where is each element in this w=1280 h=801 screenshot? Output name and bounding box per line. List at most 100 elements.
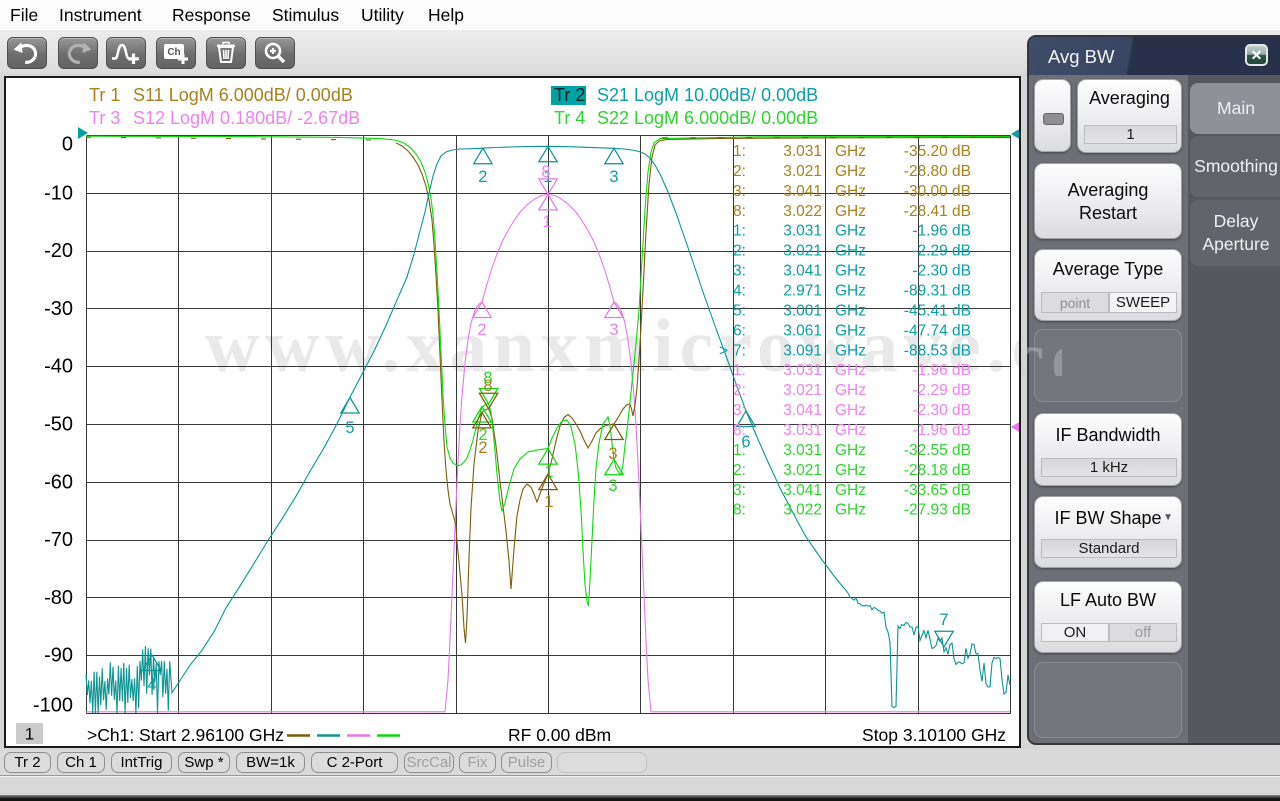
svg-text:-33.65 dB: -33.65 dB — [904, 482, 971, 499]
svg-text:3.041: 3.041 — [783, 482, 822, 499]
svg-text:-1.96 dB: -1.96 dB — [912, 223, 971, 240]
svg-text:-2.30 dB: -2.30 dB — [912, 402, 971, 419]
svg-text:-89.31 dB: -89.31 dB — [904, 283, 971, 300]
svg-text:-28.18 dB: -28.18 dB — [904, 462, 971, 479]
svg-text:1:: 1: — [733, 442, 746, 459]
svg-text:7:: 7: — [733, 342, 746, 359]
svg-text:-2.30 dB: -2.30 dB — [912, 263, 971, 280]
svg-text:5:: 5: — [733, 302, 746, 319]
svg-text:4: 4 — [147, 676, 156, 694]
svg-text:3.091: 3.091 — [783, 342, 822, 359]
svg-text:8: 8 — [483, 377, 492, 395]
svg-text:2: 2 — [478, 439, 487, 457]
svg-text:3.031: 3.031 — [783, 442, 822, 459]
svg-text:-20: -20 — [44, 240, 73, 262]
svg-text:-60: -60 — [44, 471, 73, 493]
svg-text:GHz: GHz — [835, 163, 866, 180]
svg-text:RF 0.00 dBm: RF 0.00 dBm — [508, 725, 611, 745]
svg-text:1: 1 — [544, 493, 553, 511]
svg-text:S22 LogM 6.000dB/ 0.00dB: S22 LogM 6.000dB/ 0.00dB — [597, 108, 818, 128]
svg-text:3:: 3: — [733, 482, 746, 499]
svg-text:-80: -80 — [44, 587, 73, 609]
svg-text:-32.55 dB: -32.55 dB — [904, 442, 971, 459]
svg-text:3.031: 3.031 — [783, 422, 822, 439]
svg-text:3.021: 3.021 — [783, 163, 822, 180]
svg-text:-30.00 dB: -30.00 dB — [904, 183, 971, 200]
svg-text:-30: -30 — [44, 298, 73, 320]
svg-text:7: 7 — [939, 611, 948, 629]
svg-text:-40: -40 — [44, 356, 73, 378]
svg-text:GHz: GHz — [835, 223, 866, 240]
svg-text:GHz: GHz — [835, 362, 866, 379]
svg-text:1:: 1: — [733, 223, 746, 240]
svg-text:3: 3 — [608, 477, 617, 495]
svg-text:>: > — [719, 342, 728, 359]
svg-text:8: 8 — [541, 163, 550, 181]
svg-text:3.041: 3.041 — [783, 402, 822, 419]
svg-text:Tr 4: Tr 4 — [554, 108, 585, 128]
svg-text:-1.96 dB: -1.96 dB — [912, 422, 971, 439]
svg-text:GHz: GHz — [835, 442, 866, 459]
svg-text:3:: 3: — [733, 263, 746, 280]
svg-text:3.021: 3.021 — [783, 462, 822, 479]
svg-text:GHz: GHz — [835, 422, 866, 439]
svg-text:2: 2 — [477, 321, 486, 339]
svg-text:S12 LogM 0.180dB/ -2.67dB: S12 LogM 0.180dB/ -2.67dB — [133, 108, 360, 128]
svg-text:-28.80 dB: -28.80 dB — [904, 163, 971, 180]
svg-text:2:: 2: — [733, 382, 746, 399]
svg-text:-90: -90 — [44, 645, 73, 667]
svg-text:GHz: GHz — [835, 183, 866, 200]
svg-text:Tr 2: Tr 2 — [554, 85, 585, 105]
svg-text:3.031: 3.031 — [783, 223, 822, 240]
svg-text:1: 1 — [25, 725, 34, 744]
svg-text:-27.93 dB: -27.93 dB — [904, 502, 971, 519]
svg-text:2:: 2: — [733, 462, 746, 479]
svg-text:3.022: 3.022 — [783, 203, 822, 220]
svg-text:>Ch1: Start 2.96100 GHz: >Ch1: Start 2.96100 GHz — [87, 725, 284, 745]
svg-text:-35.20 dB: -35.20 dB — [904, 143, 971, 160]
svg-text:Tr 3: Tr 3 — [89, 108, 120, 128]
svg-text:GHz: GHz — [835, 342, 866, 359]
svg-text:6:: 6: — [733, 322, 746, 339]
svg-text:-1.96 dB: -1.96 dB — [912, 362, 971, 379]
svg-text:GHz: GHz — [835, 482, 866, 499]
svg-text:2: 2 — [478, 168, 487, 186]
svg-text:-50: -50 — [44, 414, 73, 436]
svg-text:GHz: GHz — [835, 243, 866, 260]
svg-text:GHz: GHz — [835, 382, 866, 399]
svg-text:GHz: GHz — [835, 462, 866, 479]
svg-text:3:: 3: — [733, 183, 746, 200]
svg-text:3.041: 3.041 — [783, 183, 822, 200]
svg-text:3.021: 3.021 — [783, 243, 822, 260]
svg-text:GHz: GHz — [835, 302, 866, 319]
svg-text:8:: 8: — [733, 502, 746, 519]
svg-text:GHz: GHz — [835, 203, 866, 220]
svg-text:3: 3 — [609, 168, 618, 186]
svg-text:3.031: 3.031 — [783, 362, 822, 379]
svg-text:3.041: 3.041 — [783, 263, 822, 280]
svg-text:GHz: GHz — [835, 322, 866, 339]
svg-text:-100: -100 — [33, 695, 73, 717]
svg-text:Ch: Ch — [167, 47, 180, 58]
svg-text:1:: 1: — [733, 362, 746, 379]
svg-text:5: 5 — [345, 419, 354, 437]
svg-text:3: 3 — [609, 321, 618, 339]
svg-text:1: 1 — [542, 213, 551, 231]
svg-text:3.031: 3.031 — [783, 143, 822, 160]
svg-text:GHz: GHz — [835, 402, 866, 419]
svg-text:8:: 8: — [733, 422, 746, 439]
svg-text:2:: 2: — [733, 163, 746, 180]
svg-text:S11 LogM 6.000dB/ 0.00dB: S11 LogM 6.000dB/ 0.00dB — [133, 85, 353, 105]
svg-text:S21 LogM 10.00dB/ 0.00dB: S21 LogM 10.00dB/ 0.00dB — [597, 85, 818, 105]
svg-text:-10: -10 — [44, 182, 73, 204]
svg-text:GHz: GHz — [835, 502, 866, 519]
svg-text:GHz: GHz — [835, 263, 866, 280]
svg-text:-70: -70 — [44, 529, 73, 551]
svg-text:0: 0 — [62, 134, 73, 156]
svg-text:-88.53 dB: -88.53 dB — [904, 342, 971, 359]
svg-text:-47.74 dB: -47.74 dB — [904, 322, 971, 339]
svg-text:GHz: GHz — [835, 283, 866, 300]
svg-text:2:: 2: — [733, 243, 746, 260]
svg-text:Stop 3.10100 GHz: Stop 3.10100 GHz — [862, 725, 1006, 745]
svg-text:8:: 8: — [733, 203, 746, 220]
